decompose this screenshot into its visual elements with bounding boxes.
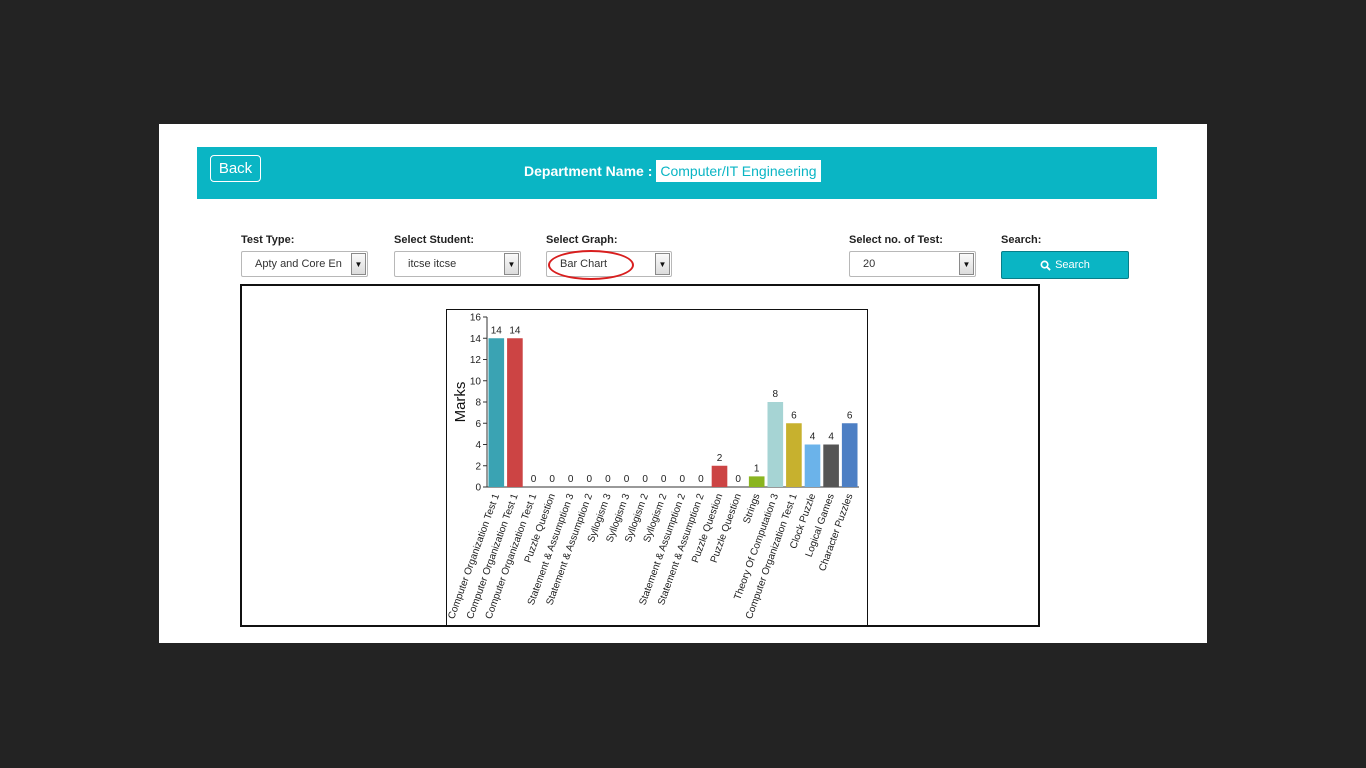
bar	[823, 444, 839, 487]
bar	[711, 465, 728, 487]
y-tick-label: 14	[470, 334, 482, 345]
y-tick-label: 8	[475, 398, 481, 409]
y-axis-label: Marks	[452, 382, 469, 423]
bar	[507, 338, 523, 487]
data-label: 8	[773, 389, 779, 400]
data-label: 0	[735, 474, 741, 485]
bar	[841, 423, 858, 487]
data-label: 0	[568, 474, 574, 485]
bar-chart: 0246810121416Marks14Computer Organizatio…	[447, 313, 859, 621]
graph-select[interactable]: Bar Chart ▼	[546, 251, 672, 277]
data-label: 0	[549, 474, 555, 485]
chevron-down-icon[interactable]: ▼	[959, 253, 974, 275]
student-value: itcse itcse	[408, 258, 457, 270]
test-type-label: Test Type:	[241, 234, 295, 246]
header-bar: Back Department Name : Computer/IT Engin…	[197, 147, 1157, 199]
y-tick-label: 12	[470, 355, 482, 366]
test-type-value: Apty and Core En	[255, 258, 342, 270]
bar	[786, 423, 802, 487]
y-tick-label: 0	[475, 483, 481, 494]
student-select[interactable]: itcse itcse ▼	[394, 251, 521, 277]
data-label: 0	[661, 474, 667, 485]
department-name: Department Name : Computer/IT Engineerin…	[524, 160, 821, 182]
num-tests-select[interactable]: 20 ▼	[849, 251, 976, 277]
bar	[804, 444, 821, 487]
y-tick-label: 16	[470, 313, 482, 324]
data-label: 0	[680, 474, 686, 485]
search-label: Search:	[1001, 234, 1042, 246]
y-tick-label: 2	[475, 461, 481, 472]
search-button[interactable]: Search	[1001, 251, 1129, 279]
data-label: 0	[605, 474, 611, 485]
data-label: 2	[717, 453, 723, 464]
filter-test-type: Test Type: Apty and Core En ▼	[241, 233, 368, 277]
data-label: 6	[791, 410, 797, 421]
data-label: 0	[698, 474, 704, 485]
chevron-down-icon[interactable]: ▼	[504, 253, 519, 275]
data-label: 14	[509, 325, 521, 336]
back-button[interactable]: Back	[210, 155, 261, 182]
chevron-down-icon[interactable]: ▼	[655, 253, 670, 275]
data-label: 4	[810, 432, 816, 443]
data-label: 6	[847, 410, 853, 421]
department-label: Department Name :	[524, 163, 653, 179]
data-label: 0	[531, 474, 537, 485]
filter-num-tests: Select no. of Test: 20 ▼	[849, 233, 976, 277]
y-tick-label: 10	[470, 376, 482, 387]
bar	[488, 338, 505, 487]
y-tick-label: 4	[475, 440, 481, 451]
filter-student: Select Student: itcse itcse ▼	[394, 233, 521, 277]
bar	[748, 476, 765, 487]
data-label: 0	[624, 474, 630, 485]
search-button-label: Search	[1055, 259, 1090, 271]
main-panel: Back Department Name : Computer/IT Engin…	[159, 124, 1207, 643]
student-label: Select Student:	[394, 234, 475, 246]
test-type-select[interactable]: Apty and Core En ▼	[241, 251, 368, 277]
data-label: 0	[642, 474, 648, 485]
filter-graph: Select Graph: Bar Chart ▼	[546, 233, 672, 277]
data-label: 0	[587, 474, 593, 485]
chart-container: 0 2 4 6 8 10 12 14 16 Marks 14 Computer Organizatio…	[446, 309, 868, 626]
data-label: 1	[754, 463, 760, 474]
num-tests-label: Select no. of Test:	[849, 234, 943, 246]
graph-value: Bar Chart	[560, 258, 608, 270]
graph-label: Select Graph:	[546, 234, 618, 246]
search-icon	[1040, 260, 1051, 271]
chevron-down-icon[interactable]: ▼	[351, 253, 366, 275]
chart-frame: 0 2 4 6 8 10 12 14 16 Marks 14 Computer Organizatio…	[240, 284, 1040, 627]
bar	[767, 402, 784, 487]
data-label: 14	[491, 325, 503, 336]
num-tests-value: 20	[863, 258, 876, 270]
data-label: 4	[828, 432, 834, 443]
category-label: Strings	[742, 492, 763, 525]
filter-search: Search: Search	[1001, 233, 1129, 279]
y-tick-label: 6	[475, 419, 481, 430]
department-value: Computer/IT Engineering	[656, 160, 821, 182]
